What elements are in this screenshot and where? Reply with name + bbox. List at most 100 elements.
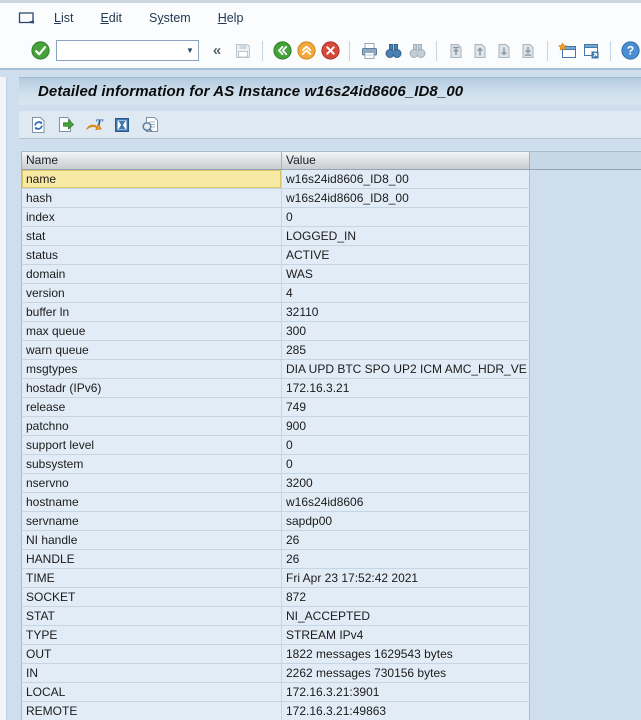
row-value-cell[interactable]: ACTIVE [282,246,530,265]
row-name-cell[interactable]: hostname [21,493,282,512]
enter-button[interactable] [30,41,50,61]
row-name-cell[interactable]: release [21,398,282,417]
row-name-cell[interactable]: SOCKET [21,588,282,607]
row-value-cell[interactable]: 872 [282,588,530,607]
table-row[interactable]: REMOTE172.16.3.21:49863 [21,702,530,720]
table-row[interactable]: TIMEFri Apr 23 17:52:42 2021 [21,569,530,588]
details-button[interactable] [140,115,160,135]
row-value-cell[interactable]: w16s24id8606_ID8_00 [282,189,530,208]
exit-button[interactable] [296,41,316,61]
row-value-cell[interactable]: 172.16.3.21:3901 [282,683,530,702]
row-name-cell[interactable]: hash [21,189,282,208]
row-value-cell[interactable]: DIA UPD BTC SPO UP2 ICM AMC_HDR_VE [282,360,530,379]
collapse-command-button[interactable]: « [205,41,229,61]
row-name-cell[interactable]: OUT [21,645,282,664]
table-row[interactable]: hostadr (IPv6)172.16.3.21 [21,379,530,398]
table-row[interactable]: TYPESTREAM IPv4 [21,626,530,645]
row-name-cell[interactable]: support level [21,436,282,455]
table-row[interactable]: hostnamew16s24id8606 [21,493,530,512]
table-row[interactable]: index0 [21,208,530,227]
row-value-cell[interactable]: sapdp00 [282,512,530,531]
column-header-name[interactable]: Name [21,152,282,169]
previous-page-button[interactable] [470,41,490,61]
row-value-cell[interactable]: 26 [282,550,530,569]
menu-item-system[interactable]: System [149,11,191,25]
table-row[interactable]: domainWAS [21,265,530,284]
column-header-value[interactable]: Value [282,152,530,169]
table-row[interactable]: version4 [21,284,530,303]
table-row[interactable]: servnamesapdp00 [21,512,530,531]
create-shortcut-button[interactable] [581,41,601,61]
table-row[interactable]: LOCAL172.16.3.21:3901 [21,683,530,702]
row-value-cell[interactable]: 0 [282,208,530,227]
time-button[interactable] [112,115,132,135]
system-menu-button[interactable] [18,11,36,26]
menu-item-list[interactable]: List [54,11,73,25]
row-name-cell[interactable]: version [21,284,282,303]
table-row[interactable]: statusACTIVE [21,246,530,265]
table-row[interactable]: release749 [21,398,530,417]
row-name-cell[interactable]: max queue [21,322,282,341]
row-name-cell[interactable]: hostadr (IPv6) [21,379,282,398]
table-row[interactable]: warn queue285 [21,341,530,360]
sort-button[interactable]: T [84,115,104,135]
table-row[interactable]: nservno3200 [21,474,530,493]
row-value-cell[interactable]: 26 [282,531,530,550]
row-name-cell[interactable]: patchno [21,417,282,436]
row-value-cell[interactable]: 1822 messages 1629543 bytes [282,645,530,664]
row-value-cell[interactable]: 749 [282,398,530,417]
find-next-button[interactable] [407,41,427,61]
row-name-cell[interactable]: IN [21,664,282,683]
row-value-cell[interactable]: w16s24id8606 [282,493,530,512]
row-name-cell[interactable]: index [21,208,282,227]
row-value-cell[interactable]: w16s24id8606_ID8_00 [282,170,530,189]
table-row[interactable]: max queue300 [21,322,530,341]
row-value-cell[interactable]: 0 [282,436,530,455]
row-name-cell[interactable]: status [21,246,282,265]
menu-item-help[interactable]: Help [218,11,244,25]
row-name-cell[interactable]: REMOTE [21,702,282,720]
row-name-cell[interactable]: LOCAL [21,683,282,702]
row-name-cell[interactable]: stat [21,227,282,246]
command-input[interactable] [57,42,182,59]
row-value-cell[interactable]: STREAM IPv4 [282,626,530,645]
row-value-cell[interactable]: 285 [282,341,530,360]
menu-item-edit[interactable]: Edit [100,11,122,25]
row-value-cell[interactable]: NI_ACCEPTED [282,607,530,626]
help-button[interactable]: ? [620,41,640,61]
back-button[interactable] [272,41,292,61]
print-button[interactable] [359,41,379,61]
row-value-cell[interactable]: 0 [282,455,530,474]
table-row[interactable]: statLOGGED_IN [21,227,530,246]
cancel-button[interactable] [320,41,340,61]
row-value-cell[interactable]: 300 [282,322,530,341]
row-value-cell[interactable]: 172.16.3.21 [282,379,530,398]
row-value-cell[interactable]: 172.16.3.21:49863 [282,702,530,720]
row-name-cell[interactable]: warn queue [21,341,282,360]
row-name-cell[interactable]: HANDLE [21,550,282,569]
table-row[interactable]: HANDLE26 [21,550,530,569]
row-name-cell[interactable]: subsystem [21,455,282,474]
row-name-cell[interactable]: STAT [21,607,282,626]
last-page-button[interactable] [518,41,538,61]
next-page-button[interactable] [494,41,514,61]
table-row[interactable]: subsystem0 [21,455,530,474]
export-button[interactable] [56,115,76,135]
table-row[interactable]: OUT1822 messages 1629543 bytes [21,645,530,664]
row-name-cell[interactable]: msgtypes [21,360,282,379]
table-row[interactable]: buffer ln32110 [21,303,530,322]
table-row[interactable]: msgtypesDIA UPD BTC SPO UP2 ICM AMC_HDR_… [21,360,530,379]
first-page-button[interactable] [446,41,466,61]
find-button[interactable] [383,41,403,61]
row-value-cell[interactable]: 2262 messages 730156 bytes [282,664,530,683]
table-row[interactable]: NI handle26 [21,531,530,550]
row-name-cell[interactable]: domain [21,265,282,284]
command-dropdown-button[interactable]: ▼ [182,41,198,60]
table-row[interactable]: STATNI_ACCEPTED [21,607,530,626]
row-value-cell[interactable]: 900 [282,417,530,436]
row-name-cell[interactable]: TIME [21,569,282,588]
row-value-cell[interactable]: 3200 [282,474,530,493]
table-row[interactable]: patchno900 [21,417,530,436]
row-value-cell[interactable]: 32110 [282,303,530,322]
row-name-cell[interactable]: TYPE [21,626,282,645]
